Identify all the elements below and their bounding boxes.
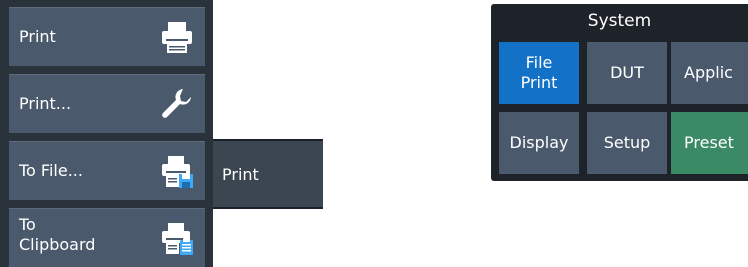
- print-dialog-softkey[interactable]: Print...: [9, 74, 205, 133]
- softkey-panel: Print Print... To File... To Clipboard: [0, 0, 213, 267]
- system-panel-title: System: [587, 11, 652, 31]
- to-clipboard-softkey[interactable]: To Clipboard: [9, 208, 205, 267]
- printer-save-icon: [162, 156, 193, 188]
- to-file-softkey-label: To File...: [19, 161, 83, 180]
- dut-button[interactable]: DUT: [587, 42, 667, 104]
- wrench-icon: [162, 89, 191, 118]
- print-submenu-label: Print: [222, 165, 259, 184]
- print-dialog-softkey-label: Print...: [19, 94, 72, 113]
- applic-button[interactable]: Applic: [671, 42, 748, 104]
- display-button[interactable]: Display: [499, 112, 579, 174]
- printer-clipboard-icon: [162, 223, 193, 255]
- system-panel: System File Print DUT Applic Display Set…: [491, 4, 748, 181]
- preset-button[interactable]: Preset: [671, 112, 748, 174]
- print-softkey[interactable]: Print: [9, 7, 205, 66]
- to-clipboard-softkey-label: To Clipboard: [19, 215, 96, 254]
- print-submenu-tab[interactable]: Print: [213, 139, 323, 209]
- setup-button[interactable]: Setup: [587, 112, 667, 174]
- print-softkey-label: Print: [19, 27, 56, 46]
- printer-icon: [162, 22, 192, 53]
- file-print-button[interactable]: File Print: [499, 42, 579, 104]
- to-file-softkey[interactable]: To File...: [9, 141, 205, 200]
